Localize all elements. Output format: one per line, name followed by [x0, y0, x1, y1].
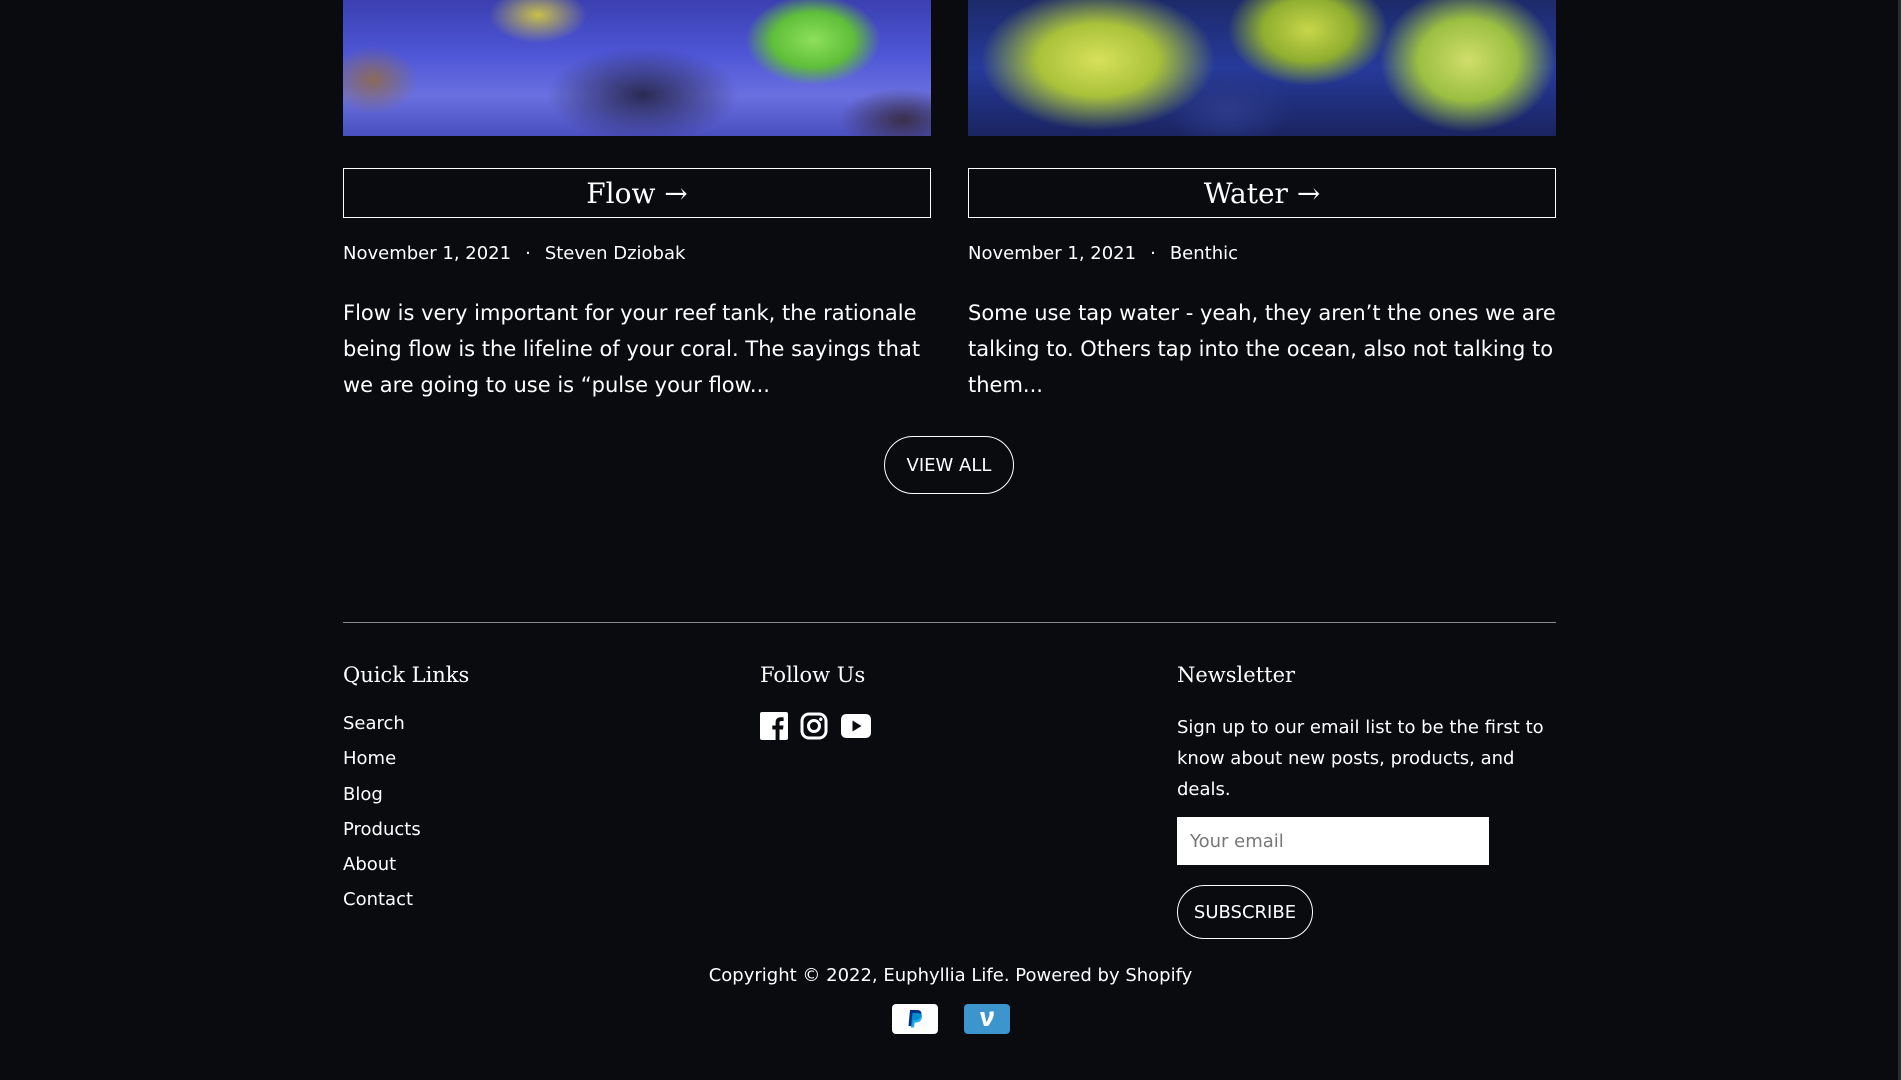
article-grid: Flow → November 1, 2021 · Steven Dziobak… — [343, 0, 1556, 403]
newsletter-section: Newsletter Sign up to our email list to … — [1177, 660, 1556, 939]
facebook-icon[interactable] — [760, 712, 788, 740]
meta-separator: · — [1150, 242, 1156, 264]
newsletter-description: Sign up to our email list to be the firs… — [1177, 717, 1544, 800]
article-card-water: Water → November 1, 2021 · Benthic Some … — [968, 0, 1556, 403]
youtube-icon[interactable] — [840, 712, 872, 740]
article-image-water[interactable] — [968, 0, 1556, 136]
social-links — [760, 712, 1140, 740]
footer-link-about[interactable]: About — [343, 853, 723, 888]
paypal-icon — [891, 1004, 938, 1034]
email-input[interactable] — [1177, 817, 1489, 865]
article-meta: November 1, 2021 · Benthic — [968, 241, 1556, 265]
follow-us-section: Follow Us — [760, 660, 1140, 740]
quick-links-heading: Quick Links — [343, 663, 470, 687]
article-excerpt: Flow is very important for your reef tan… — [343, 301, 921, 397]
footer-link-home[interactable]: Home — [343, 747, 723, 782]
footer: Quick Links Search Home Blog Products Ab… — [343, 660, 1556, 939]
footer-link-contact[interactable]: Contact — [343, 888, 723, 923]
article-title-link-flow[interactable]: Flow → — [343, 168, 931, 218]
article-card-flow: Flow → November 1, 2021 · Steven Dziobak… — [343, 0, 931, 403]
quick-links-list: Search Home Blog Products About Contact — [343, 712, 723, 924]
article-image-flow[interactable] — [343, 0, 931, 136]
article-excerpt: Some use tap water - yeah, they aren’t t… — [968, 301, 1556, 397]
view-all-button[interactable]: VIEW ALL — [884, 436, 1014, 494]
copyright-text: Copyright © 2022, Euphyllia Life. Powere… — [708, 965, 1193, 986]
meta-separator: · — [525, 242, 531, 264]
article-title-link-water[interactable]: Water → — [968, 168, 1556, 218]
newsletter-heading: Newsletter — [1177, 663, 1296, 687]
footer-link-blog[interactable]: Blog — [343, 783, 723, 818]
instagram-icon[interactable] — [800, 712, 828, 740]
footer-link-search[interactable]: Search — [343, 712, 723, 747]
footer-link-products[interactable]: Products — [343, 818, 723, 853]
article-date: November 1, 2021 — [343, 242, 512, 264]
quick-links-section: Quick Links Search Home Blog Products Ab… — [343, 660, 723, 924]
page: Flow → November 1, 2021 · Steven Dziobak… — [0, 0, 1901, 1080]
article-author: Steven Dziobak — [544, 242, 686, 264]
article-date: November 1, 2021 — [968, 242, 1137, 264]
venmo-icon — [963, 1004, 1010, 1034]
follow-us-heading: Follow Us — [760, 663, 866, 687]
footer-divider — [343, 622, 1556, 623]
subscribe-button[interactable]: SUBSCRIBE — [1177, 885, 1313, 939]
article-meta: November 1, 2021 · Steven Dziobak — [343, 241, 931, 265]
payment-icons — [0, 1004, 1901, 1034]
article-author: Benthic — [1169, 242, 1239, 264]
